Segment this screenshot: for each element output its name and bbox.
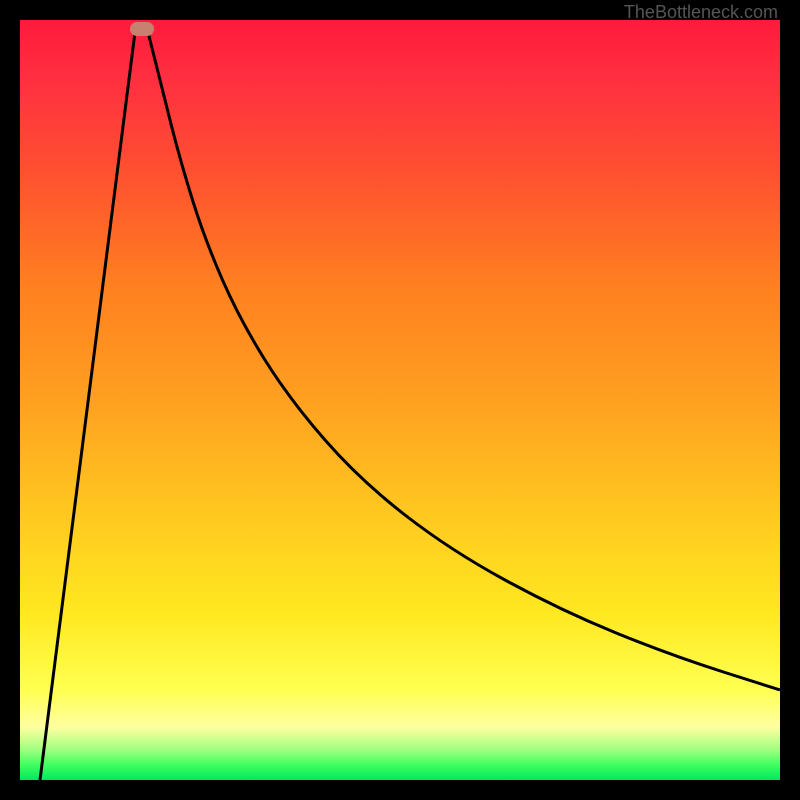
watermark-text: TheBottleneck.com <box>624 2 778 23</box>
minimum-marker <box>130 22 154 36</box>
bottleneck-curve <box>20 20 780 780</box>
plot-area <box>20 20 780 780</box>
chart-container: TheBottleneck.com <box>0 0 800 800</box>
